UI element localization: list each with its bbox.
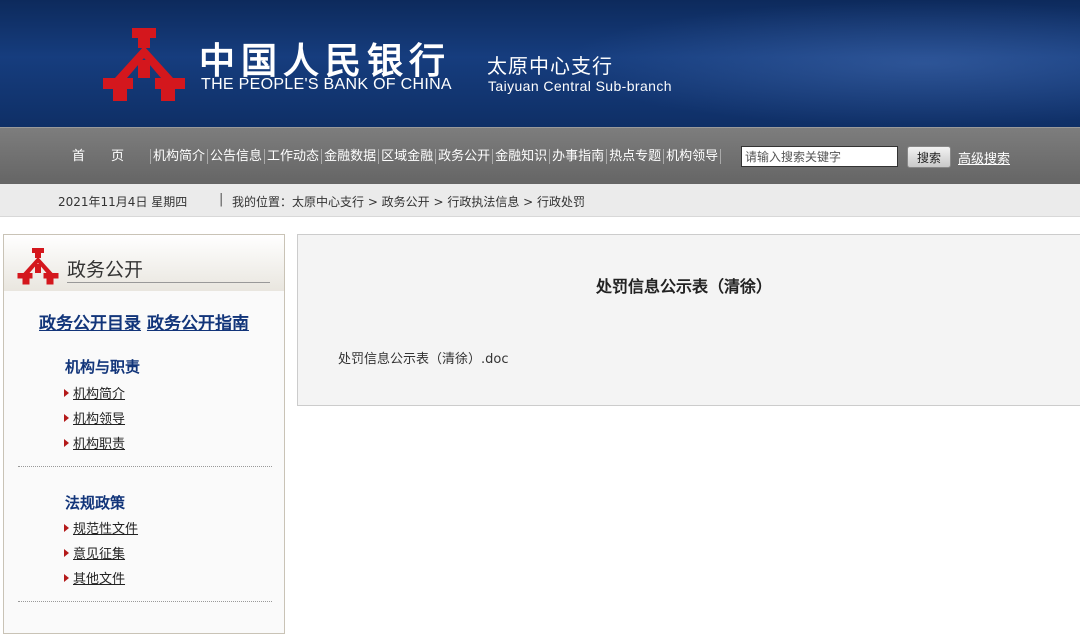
- nav-item-financial-knowledge[interactable]: 金融知识: [493, 149, 551, 164]
- gov-affairs-catalog-link[interactable]: 政务公开目录: [39, 314, 141, 334]
- section-divider: [18, 466, 272, 467]
- nav-item-about[interactable]: 机构简介: [151, 149, 209, 164]
- current-date: 2021年11月4日 星期四: [58, 195, 188, 209]
- sidebar-item-other-docs[interactable]: 其他文件: [64, 568, 125, 587]
- page-title: 处罚信息公示表（清徐）: [595, 277, 772, 296]
- sidebar: 政务公开 政务公开目录 政务公开指南 机构与职责 机构简介 机构领导 机构职责 …: [3, 234, 285, 634]
- sidebar-item-opinion-collection[interactable]: 意见征集: [64, 543, 125, 562]
- pboc-emblem-icon: [103, 28, 185, 101]
- arrow-right-icon: [64, 549, 69, 557]
- nav-item-notices[interactable]: 公告信息: [208, 149, 266, 164]
- sidebar-item-label: 机构职责: [73, 437, 126, 452]
- sidebar-item-org-duties[interactable]: 机构职责: [64, 433, 125, 452]
- sidebar-item-label: 机构领导: [73, 412, 126, 427]
- advanced-search-link[interactable]: 高级搜索: [958, 148, 1010, 167]
- sidebar-item-org-leaders[interactable]: 机构领导: [64, 408, 125, 427]
- sidebar-item-normative-docs[interactable]: 规范性文件: [64, 518, 138, 537]
- nav-items: 首页 机构简介 公告信息 工作动态 金融数据 区域金融 政务公开 金融知识 办事…: [70, 149, 722, 164]
- sidebar-item-label: 意见征集: [73, 547, 126, 562]
- branch-name-en: Taiyuan Central Sub-branch: [488, 78, 672, 94]
- sidebar-top-links: 政务公开目录 政务公开指南: [4, 309, 284, 334]
- pboc-emblem-icon: [17, 248, 59, 285]
- header-banner: 中国人民银行 THE PEOPLE'S BANK OF CHINA 太原中心支行…: [0, 0, 1080, 127]
- nav-item-service-guide[interactable]: 办事指南: [550, 149, 608, 164]
- search-input[interactable]: [741, 146, 898, 167]
- nav-item-regional-finance[interactable]: 区域金融: [379, 149, 437, 164]
- section-title-org: 机构与职责: [65, 358, 141, 376]
- sidebar-item-label: 其他文件: [73, 572, 126, 587]
- nav-item-hot-topics[interactable]: 热点专题: [607, 149, 665, 164]
- breadcrumb-location: 我的位置：太原中心支行 > 政务公开 > 行政执法信息 > 行政处罚: [232, 195, 586, 209]
- attachment-link[interactable]: 处罚信息公示表（清徐）.doc: [338, 348, 509, 367]
- branch-name-cn: 太原中心支行: [487, 54, 613, 78]
- content-panel: 处罚信息公示表（清徐） 处罚信息公示表（清徐）.doc: [297, 234, 1080, 406]
- section-divider: [18, 601, 272, 602]
- bank-name-en: THE PEOPLE'S BANK OF CHINA: [201, 76, 452, 93]
- nav-item-gov-affairs[interactable]: 政务公开: [436, 149, 494, 164]
- arrow-right-icon: [64, 414, 69, 422]
- sidebar-header: 政务公开: [4, 235, 284, 291]
- sidebar-title: 政务公开: [67, 259, 144, 281]
- breadcrumb: 2021年11月4日 星期四 | 我的位置：太原中心支行 > 政务公开 > 行政…: [0, 184, 1080, 217]
- sidebar-item-label: 规范性文件: [73, 522, 139, 537]
- arrow-right-icon: [64, 389, 69, 397]
- arrow-right-icon: [64, 524, 69, 532]
- nav-item-leadership[interactable]: 机构领导: [664, 149, 722, 164]
- nav-item-news[interactable]: 工作动态: [265, 149, 323, 164]
- nav-item-home[interactable]: 首页: [70, 149, 152, 164]
- arrow-right-icon: [64, 574, 69, 582]
- search-button[interactable]: 搜索: [907, 146, 951, 168]
- sidebar-item-label: 机构简介: [73, 387, 126, 402]
- sidebar-item-org-intro[interactable]: 机构简介: [64, 383, 125, 402]
- sidebar-title-divider: [67, 282, 270, 283]
- section-title-regulations: 法规政策: [65, 494, 126, 512]
- gov-affairs-guide-link[interactable]: 政务公开指南: [147, 314, 249, 334]
- arrow-right-icon: [64, 439, 69, 447]
- breadcrumb-separator: |: [219, 192, 224, 207]
- nav-item-financial-data[interactable]: 金融数据: [322, 149, 380, 164]
